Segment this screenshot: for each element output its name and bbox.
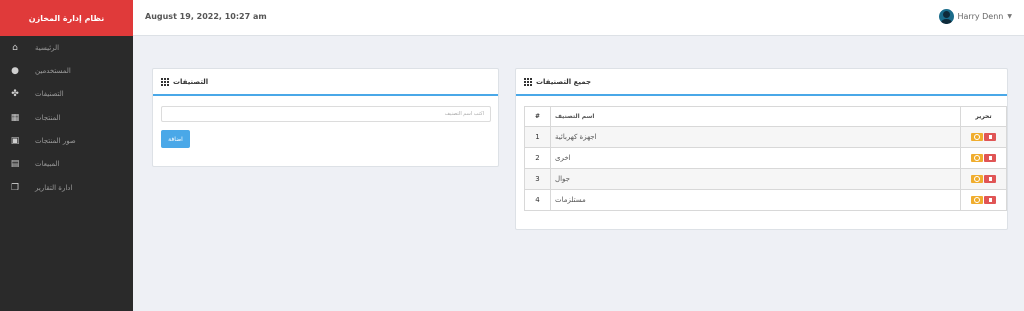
top-bar: نظام إدارة المخازن August 19, 2022, 10:2… — [0, 0, 1024, 36]
row-actions — [960, 189, 1007, 211]
categories-list-panel: جميع التصنيفات # اسم التصنيف تحرير 1 اجه… — [515, 68, 1008, 230]
table-row: 1 اجهزة كهربائية — [524, 126, 1007, 148]
sidebar-item-label: التصنيفات — [35, 90, 64, 98]
row-actions — [960, 126, 1007, 148]
sales-icon: ▤ — [10, 159, 20, 169]
row-number: 3 — [524, 168, 551, 190]
trash-icon[interactable] — [984, 133, 996, 141]
app-brand[interactable]: نظام إدارة المخازن — [0, 0, 133, 36]
reports-icon: ❐ — [10, 183, 20, 193]
table-header-row: # اسم التصنيف تحرير — [524, 106, 1007, 127]
add-category-panel: التصنيفات اضافة — [152, 68, 499, 167]
current-datetime: August 19, 2022, 10:27 am — [145, 12, 267, 21]
sidebar-item-sales[interactable]: ▤ المبيعات — [0, 156, 133, 172]
row-number: 1 — [524, 126, 551, 148]
panel-title: التصنيفات — [173, 77, 209, 86]
row-number: 2 — [524, 147, 551, 169]
row-actions — [960, 147, 1007, 169]
column-header-name: اسم التصنيف — [550, 106, 961, 127]
table-row: 4 مستلزمات — [524, 189, 1007, 211]
category-name-input[interactable] — [161, 106, 491, 122]
add-button[interactable]: اضافة — [161, 130, 190, 148]
table-row: 2 اخرى — [524, 147, 1007, 169]
category-name: مستلزمات — [550, 189, 961, 211]
edit-icon[interactable] — [971, 196, 983, 204]
column-header-actions: تحرير — [960, 106, 1007, 127]
trash-icon[interactable] — [984, 196, 996, 204]
sidebar-item-home[interactable]: ⌂ الرئيسية — [0, 40, 133, 56]
user-icon: ● — [11, 66, 19, 76]
sidebar-item-label: الرئيسية — [35, 44, 60, 52]
panel-header: التصنيفات — [153, 69, 498, 96]
user-name: Harry Denn — [957, 12, 1004, 21]
grid-icon — [161, 77, 169, 86]
category-name: جوال — [550, 168, 961, 190]
sidebar-item-label: المستخدمين — [35, 67, 71, 75]
categories-table: # اسم التصنيف تحرير 1 اجهزة كهربائية 2 ا… — [524, 106, 1007, 211]
products-icon: ▦ — [10, 113, 20, 123]
image-icon: ▣ — [10, 136, 20, 146]
trash-icon[interactable] — [984, 154, 996, 162]
grid-icon — [524, 77, 532, 86]
avatar — [938, 9, 954, 24]
sidebar-item-label: ادارة التقارير — [35, 184, 73, 192]
sidebar: ⌂ الرئيسية ● المستخدمين ✤ التصنيفات ▦ ال… — [0, 36, 133, 311]
category-name: اجهزة كهربائية — [550, 126, 961, 148]
user-menu[interactable]: Harry Denn ▼ — [938, 9, 1012, 24]
sidebar-item-label: صور المنتجات — [35, 137, 76, 145]
sidebar-item-products[interactable]: ▦ المنتجات — [0, 110, 133, 126]
sidebar-item-label: المنتجات — [35, 114, 61, 122]
edit-icon[interactable] — [971, 154, 983, 162]
sidebar-item-categories[interactable]: ✤ التصنيفات — [0, 86, 133, 102]
table-row: 3 جوال — [524, 168, 1007, 190]
trash-icon[interactable] — [984, 175, 996, 183]
categories-icon: ✤ — [11, 89, 19, 99]
panel-title: جميع التصنيفات — [536, 77, 592, 86]
sidebar-item-reports[interactable]: ❐ ادارة التقارير — [0, 180, 133, 196]
home-icon: ⌂ — [12, 43, 18, 53]
category-name: اخرى — [550, 147, 961, 169]
sidebar-item-product-images[interactable]: ▣ صور المنتجات — [0, 133, 133, 149]
sidebar-item-label: المبيعات — [35, 160, 60, 168]
edit-icon[interactable] — [971, 133, 983, 141]
edit-icon[interactable] — [971, 175, 983, 183]
chevron-down-icon: ▼ — [1007, 13, 1012, 20]
panel-header: جميع التصنيفات — [516, 69, 1007, 96]
sidebar-item-users[interactable]: ● المستخدمين — [0, 63, 133, 79]
row-number: 4 — [524, 189, 551, 211]
row-actions — [960, 168, 1007, 190]
column-header-num: # — [524, 106, 551, 127]
